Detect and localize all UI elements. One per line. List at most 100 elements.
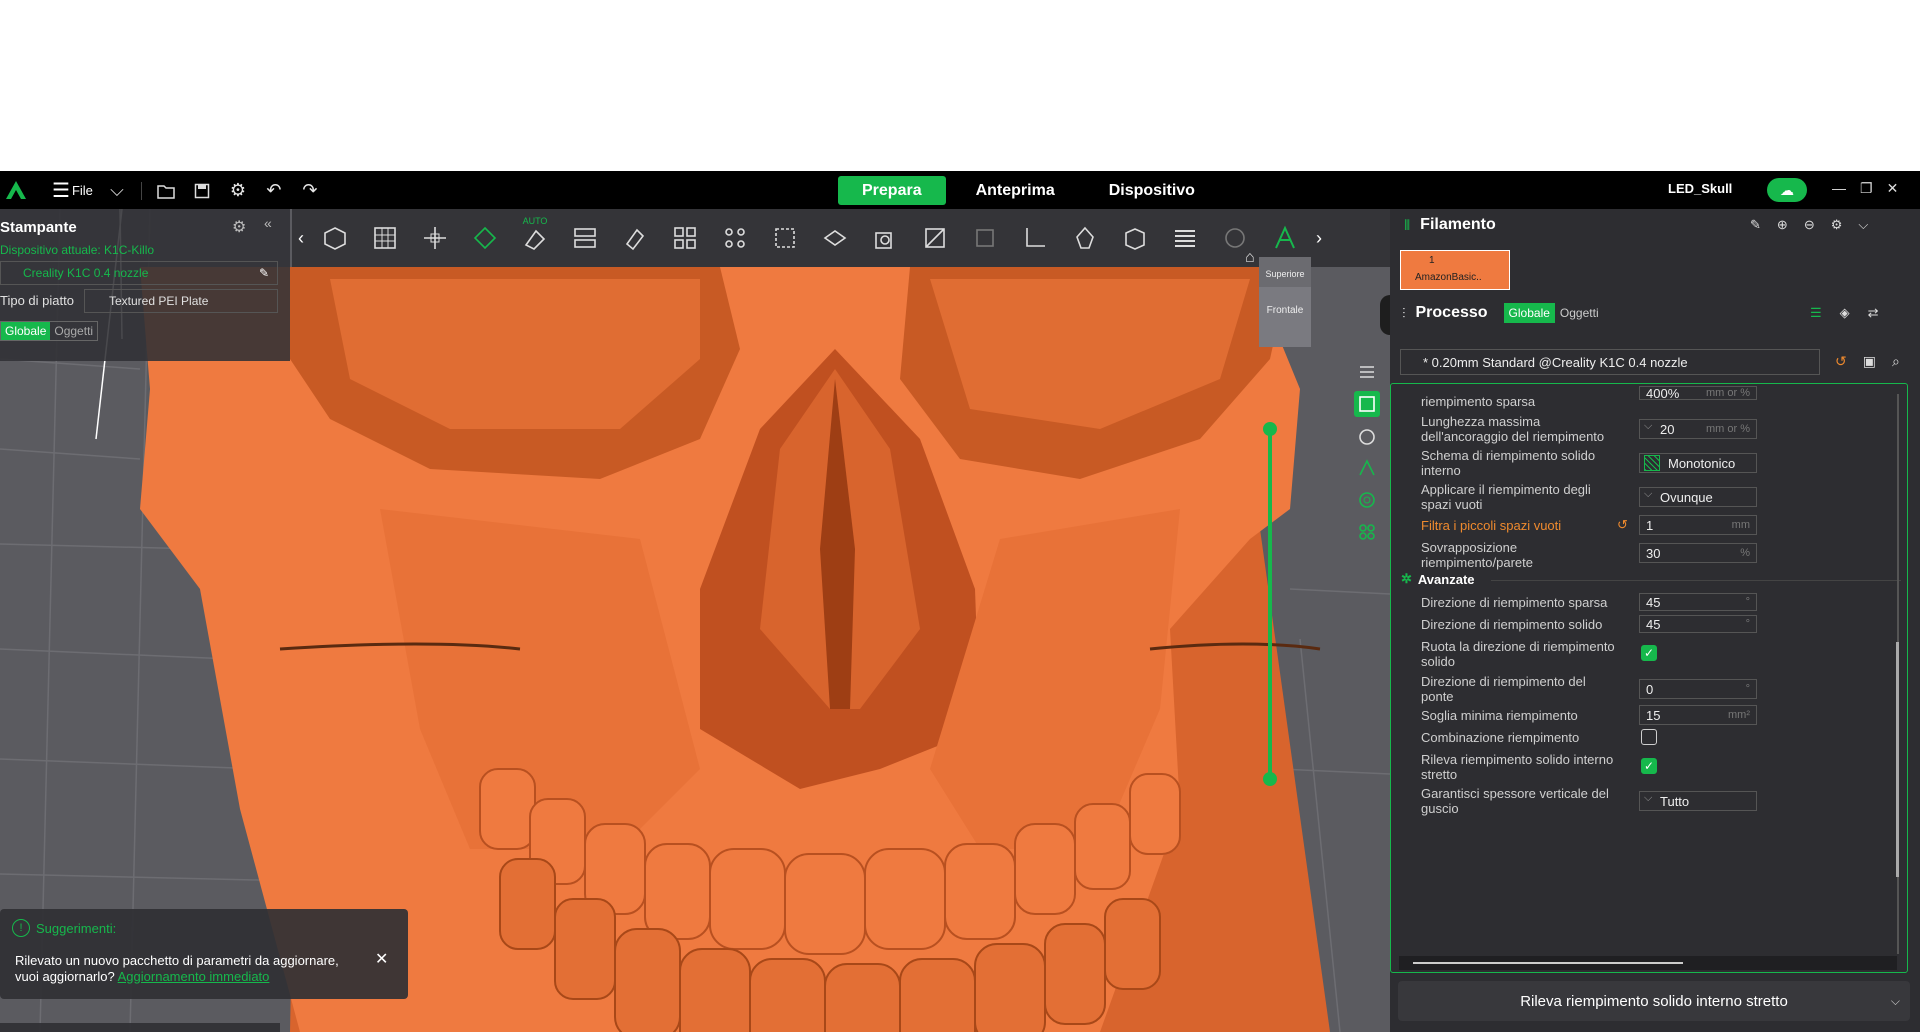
hscroll-thumb[interactable] (1413, 962, 1683, 964)
erase-icon[interactable] (615, 218, 655, 258)
add-cube-icon[interactable] (315, 218, 355, 258)
redo-icon[interactable]: ↷ (298, 179, 322, 203)
filter-gaps-field[interactable]: 1 mm (1639, 515, 1757, 535)
infill-combination-checkbox[interactable] (1641, 729, 1657, 745)
setting-label: Lunghezza massima dell'ancoraggio del ri… (1421, 414, 1605, 444)
3d-viewport[interactable]: Stampante ⚙ « Dispositivo attuale: K1C-K… (0, 209, 1390, 1032)
chevron-down-icon[interactable]: ⌵ (105, 179, 129, 203)
edit-pencil-icon[interactable]: ✎ (259, 266, 269, 280)
setting-label: Rileva riempimento solido interno strett… (1421, 752, 1614, 782)
bridge-direction-field[interactable]: 0 ° (1639, 679, 1757, 699)
advanced-view-icon[interactable]: ☰ (1810, 305, 1822, 321)
boolean-icon[interactable] (865, 218, 905, 258)
process-scope-toggle: Globale Oggetti (1503, 303, 1604, 323)
arrange-icon[interactable] (565, 218, 605, 258)
toolbar-scroll-right-icon[interactable]: › (1310, 228, 1328, 249)
support-paint-icon[interactable] (915, 218, 955, 258)
sparse-direction-field[interactable]: 45 ° (1639, 593, 1757, 611)
plate-type-label: Tipo di piatto (0, 293, 74, 308)
setting-label: Ruota la direzione di riempimento solido (1421, 639, 1615, 669)
layer-view-icon[interactable] (1354, 359, 1380, 385)
solid-pattern-select[interactable]: Monotonico (1639, 453, 1757, 473)
speed-view-icon[interactable] (1354, 423, 1380, 449)
home-view-icon[interactable]: ⌂ (1245, 249, 1255, 267)
filament-add-icon[interactable]: ⊕ (1777, 217, 1788, 233)
panel-collapse-handle[interactable] (1380, 295, 1390, 335)
seam-paint-icon[interactable] (1065, 218, 1105, 258)
vertical-shell-select[interactable]: Tutto (1639, 791, 1757, 811)
save-icon[interactable] (190, 179, 214, 203)
sparse-density-field[interactable]: 400% mm or % (1639, 386, 1757, 401)
layers-icon[interactable] (1165, 218, 1205, 258)
measure-icon[interactable] (1015, 218, 1055, 258)
field-value: Monotonico (1668, 455, 1736, 471)
min-infill-area-field[interactable]: 15 mm² (1639, 705, 1757, 725)
infill-overlap-field[interactable]: 30 % (1639, 543, 1757, 563)
printer-select[interactable]: Creality K1C 0.4 nozzle ✎ (0, 261, 278, 285)
multi-part-icon[interactable] (1354, 519, 1380, 545)
update-now-link[interactable]: Aggiornamento immediato (118, 969, 270, 984)
filament-view-icon[interactable] (1354, 487, 1380, 513)
toolbar-scroll-left-icon[interactable]: ‹ (292, 228, 310, 249)
support-view-icon[interactable] (1354, 455, 1380, 481)
assembly-icon[interactable] (1115, 218, 1155, 258)
process-toggle-oggetti[interactable]: Oggetti (1555, 303, 1604, 323)
rotate-solid-checkbox[interactable]: ✓ (1641, 645, 1657, 661)
collapse-panel-icon[interactable]: « (264, 215, 272, 231)
close-suggestion-icon[interactable]: ✕ (375, 949, 388, 969)
filament-slot-1[interactable]: 1 AmazonBasic.. (1400, 250, 1510, 290)
search-icon[interactable]: ⌕ (1892, 353, 1900, 370)
filament-collapse-icon[interactable]: ⌵ (1858, 217, 1868, 233)
detect-narrow-solid-checkbox[interactable]: ✓ (1641, 758, 1657, 774)
compare-icon[interactable]: ◈ (1840, 305, 1850, 321)
tab-prepara[interactable]: Prepara (838, 176, 946, 205)
filament-remove-icon[interactable]: ⊖ (1804, 217, 1815, 233)
scale-icon[interactable] (765, 218, 805, 258)
file-toolbar: ☰ File ⌵ ⚙ ↶ ↷ (52, 178, 322, 203)
chevron-icon[interactable]: ⌵ (1891, 994, 1900, 1009)
move-icon[interactable] (415, 218, 455, 258)
setting-label: Filtra i piccoli spazi vuoti (1421, 518, 1562, 533)
solid-direction-field[interactable]: 45 ° (1639, 615, 1757, 633)
view-cube[interactable]: Superiore Frontale (1259, 257, 1311, 347)
reset-value-icon[interactable]: ↺ (1617, 517, 1628, 532)
detect-narrow-solid-button[interactable]: Rileva riempimento solido interno strett… (1398, 981, 1910, 1021)
auto-orient-icon[interactable]: AUTO (515, 216, 555, 258)
save-preset-icon[interactable]: ▣ (1863, 353, 1876, 370)
tab-anteprima[interactable]: Anteprima (952, 176, 1079, 205)
menu-button[interactable]: ☰ File (52, 178, 93, 203)
cloud-upload-button[interactable]: ☁ (1767, 178, 1807, 202)
settings-hscrollbar[interactable] (1399, 956, 1897, 970)
orient-icon[interactable] (465, 218, 505, 258)
open-folder-icon[interactable] (154, 179, 178, 203)
field-unit: mm or % (1706, 422, 1750, 435)
process-settings-list[interactable]: riempimento sparsa 400% mm or % Lunghezz… (1390, 383, 1908, 973)
text-tool-icon[interactable] (1265, 218, 1305, 258)
layout-icon[interactable] (665, 218, 705, 258)
anchor-length-field[interactable]: 20 mm or % (1639, 419, 1757, 439)
current-device-label: Dispositivo attuale: K1C-Killo (0, 243, 155, 257)
filament-edit-icon[interactable]: ✎ (1750, 217, 1761, 233)
infill-view-icon[interactable] (1354, 391, 1380, 417)
plate-type-select[interactable]: Textured PEI Plate (84, 289, 278, 313)
split-icon[interactable] (715, 218, 755, 258)
filament-settings-icon[interactable]: ⚙ (1831, 217, 1843, 233)
process-toggle-globale[interactable]: Globale (1503, 303, 1555, 323)
toggle-oggetti[interactable]: Oggetti (50, 322, 97, 340)
printer-settings-icon[interactable]: ⚙ (232, 217, 246, 237)
add-plate-icon[interactable] (365, 218, 405, 258)
secondary-notification (0, 1023, 280, 1032)
minimize-icon[interactable]: — (1832, 180, 1846, 197)
settings-gear-icon[interactable]: ⚙ (226, 179, 250, 203)
gap-fill-select[interactable]: Ovunque (1639, 487, 1757, 507)
restore-icon[interactable]: ❐ (1860, 180, 1873, 197)
cut-icon[interactable] (815, 218, 855, 258)
tab-dispositivo[interactable]: Dispositivo (1085, 176, 1219, 205)
undo-icon[interactable]: ↶ (262, 179, 286, 203)
reset-preset-icon[interactable]: ↺ (1835, 353, 1847, 370)
toggle-globale[interactable]: Globale (1, 322, 51, 340)
sync-icon[interactable]: ⇄ (1868, 305, 1879, 321)
settings-scrollbar-thumb[interactable] (1896, 642, 1899, 877)
close-icon[interactable]: ✕ (1887, 180, 1899, 197)
process-preset-select[interactable]: * 0.20mm Standard @Creality K1C 0.4 nozz… (1400, 349, 1820, 375)
